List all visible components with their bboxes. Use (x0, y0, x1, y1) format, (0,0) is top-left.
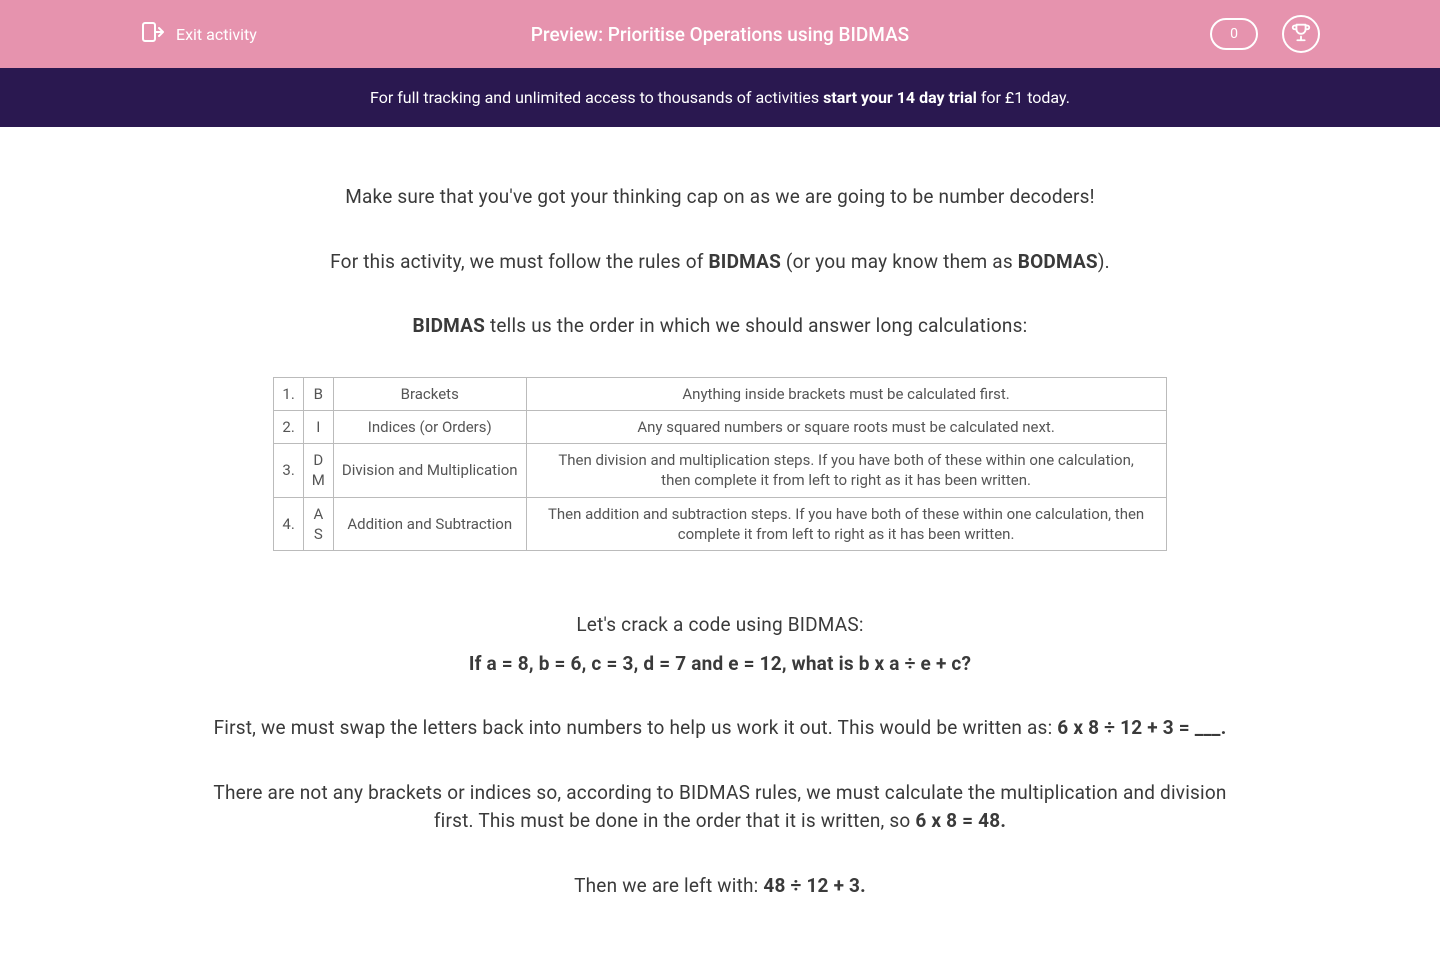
table-cell-desc: Anything inside brackets must be calcula… (526, 377, 1166, 410)
app-header: Exit activity Preview: Prioritise Operat… (0, 0, 1440, 68)
left-prefix: Then we are left with: (574, 874, 763, 897)
table-cell-num: 1. (274, 377, 303, 410)
question-line: If a = 8, b = 6, c = 3, d = 7 and e = 12… (194, 650, 1246, 679)
left-bold: 48 ÷ 12 + 3. (763, 874, 866, 897)
explain-line: There are not any brackets or indices so… (194, 779, 1246, 836)
explain-bold: 6 x 8 = 48. (915, 809, 1006, 832)
explain-prefix: There are not any brackets or indices so… (213, 781, 1226, 833)
trophy-icon (1290, 21, 1312, 47)
banner-suffix: for £1 today. (977, 88, 1070, 107)
intro2-prefix: For this activity, we must follow the ru… (330, 250, 708, 273)
intro2-mid: (or you may know them as (781, 250, 1018, 273)
banner-prefix: For full tracking and unlimited access t… (370, 88, 823, 107)
table-cell-name: Indices (or Orders) (333, 410, 526, 443)
lesson-content: Make sure that you've got your thinking … (170, 127, 1270, 976)
exit-icon (140, 20, 164, 48)
table-cell-letter: D M (303, 444, 333, 498)
table-cell-num: 4. (274, 497, 303, 551)
page-title: Preview: Prioritise Operations using BID… (531, 23, 909, 46)
swap-prefix: First, we must swap the letters back int… (214, 716, 1058, 739)
swap-bold: 6 x 8 ÷ 12 + 3 = ___. (1057, 716, 1226, 739)
exit-label: Exit activity (176, 25, 257, 44)
crack-intro: Let's crack a code using BIDMAS: (194, 611, 1246, 640)
table-cell-num: 3. (274, 444, 303, 498)
bidmas-table: 1.BBracketsAnything inside brackets must… (273, 377, 1166, 552)
score-pill: 0 (1210, 18, 1258, 50)
intro3-rest: tells us the order in which we should an… (485, 314, 1027, 337)
exit-activity-button[interactable]: Exit activity (140, 20, 257, 48)
table-cell-letter: A S (303, 497, 333, 551)
table-row: 1.BBracketsAnything inside brackets must… (274, 377, 1166, 410)
table-cell-name: Brackets (333, 377, 526, 410)
table-cell-letter: B (303, 377, 333, 410)
table-cell-name: Addition and Subtraction (333, 497, 526, 551)
table-cell-letter: I (303, 410, 333, 443)
intro2-bodmas: BODMAS (1018, 250, 1098, 273)
trophy-badge[interactable] (1282, 15, 1320, 53)
table-cell-num: 2. (274, 410, 303, 443)
table-row: 2.IIndices (or Orders)Any squared number… (274, 410, 1166, 443)
intro3-bold: BIDMAS (413, 314, 486, 337)
header-right: 0 (1210, 15, 1320, 53)
intro-line-1: Make sure that you've got your thinking … (194, 183, 1246, 212)
table-cell-desc: Then addition and subtraction steps. If … (526, 497, 1166, 551)
question-bold: If a = 8, b = 6, c = 3, d = 7 and e = 12… (469, 652, 971, 675)
table-row: 4.A SAddition and SubtractionThen additi… (274, 497, 1166, 551)
banner-bold: start your 14 day trial (823, 88, 977, 107)
intro-line-3: BIDMAS tells us the order in which we sh… (194, 312, 1246, 341)
leftwith-line: Then we are left with: 48 ÷ 12 + 3. (194, 872, 1246, 901)
swap-line: First, we must swap the letters back int… (194, 714, 1246, 743)
table-cell-desc: Then division and multiplication steps. … (526, 444, 1166, 498)
table-cell-desc: Any squared numbers or square roots must… (526, 410, 1166, 443)
trial-banner[interactable]: For full tracking and unlimited access t… (0, 68, 1440, 127)
table-row: 3.D MDivision and MultiplicationThen div… (274, 444, 1166, 498)
intro2-suffix: ). (1098, 250, 1110, 273)
table-cell-name: Division and Multiplication (333, 444, 526, 498)
intro-line-2: For this activity, we must follow the ru… (194, 248, 1246, 277)
intro2-bidmas: BIDMAS (708, 250, 781, 273)
